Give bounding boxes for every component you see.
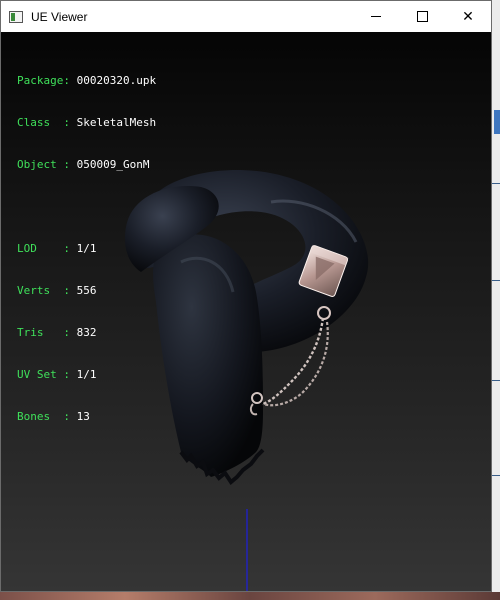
desktop-background-bottom (0, 592, 500, 600)
info-row-class: Class : SkeletalMesh (17, 116, 157, 129)
title-bar[interactable]: UE Viewer ✕ (1, 1, 491, 32)
info-row-verts: Verts : 556 (17, 284, 97, 297)
info-row-lod: LOD : 1/1 (17, 242, 97, 255)
minimize-icon (371, 16, 381, 17)
close-icon: ✕ (462, 8, 474, 25)
maximize-button[interactable] (399, 1, 445, 32)
3d-viewport[interactable]: Package: 00020320.upk Class : SkeletalMe… (1, 32, 491, 591)
close-button[interactable]: ✕ (445, 1, 491, 32)
info-row-tris: Tris : 832 (17, 326, 97, 339)
app-window-icon (9, 10, 23, 23)
info-row-bones: Bones : 13 (17, 410, 90, 423)
info-row-uvset: UV Set : 1/1 (17, 368, 97, 381)
mesh-info-overlay: Package: 00020320.upk Class : SkeletalMe… (17, 46, 156, 452)
minimize-button[interactable] (353, 1, 399, 32)
window-title: UE Viewer (31, 9, 88, 24)
info-spacer (17, 200, 156, 214)
background-window-accent (494, 110, 500, 134)
maximize-icon (416, 11, 428, 22)
ue-viewer-window: UE Viewer ✕ Package: 00020320.upk Class … (0, 0, 492, 592)
info-row-package: Package: 00020320.upk (17, 74, 157, 87)
mesh-strand-front (153, 234, 263, 477)
window-controls: ✕ (353, 1, 491, 32)
info-row-object: Object : 050009_GonM (17, 158, 150, 171)
